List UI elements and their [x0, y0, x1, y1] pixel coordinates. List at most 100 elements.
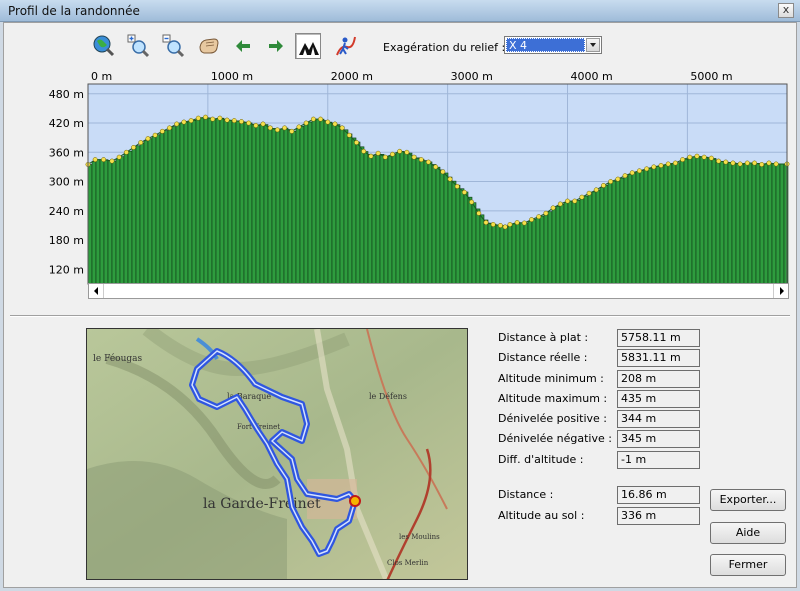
profile-point — [159, 128, 165, 134]
profile-bar — [755, 163, 761, 285]
profile-bar — [623, 175, 629, 285]
profile-bar — [775, 163, 781, 285]
profile-point — [461, 189, 467, 195]
profile-bar — [571, 200, 577, 285]
profile-bar — [747, 162, 753, 285]
profile-bar — [367, 153, 373, 285]
window-close-button[interactable]: x — [778, 3, 794, 18]
profile-bar — [675, 162, 681, 285]
profile-point — [145, 136, 151, 142]
scroll-right-arrow-icon[interactable] — [773, 284, 788, 298]
profile-bar — [763, 163, 769, 285]
profile-bar — [551, 208, 557, 285]
stat-label: Distance à plat : — [498, 331, 589, 344]
profile-bar — [303, 123, 309, 285]
profile-bar — [523, 222, 529, 285]
scroll-left-arrow-icon[interactable] — [89, 284, 104, 298]
profile-bar — [143, 140, 149, 285]
y-tick-label: 240 m — [49, 205, 84, 218]
profile-bar — [271, 128, 277, 285]
profile-bar — [107, 160, 113, 285]
x-tick-label: 5000 m — [690, 70, 732, 83]
cursor-distance-label: Distance : — [498, 488, 554, 501]
profile-bar — [723, 161, 729, 285]
stat-value: 435 m — [617, 390, 700, 408]
profile-bar — [539, 215, 545, 285]
profile-point — [325, 119, 331, 125]
profile-bar — [179, 122, 185, 285]
profile-bar — [619, 177, 625, 285]
profile-bar — [535, 217, 541, 285]
profile-bar — [243, 121, 249, 285]
profile-point — [644, 166, 650, 172]
stat-label: Dénivelée négative : — [498, 432, 612, 445]
profile-point — [521, 220, 527, 226]
profile-bar — [643, 169, 649, 285]
profile-point — [773, 161, 779, 167]
x-axis-ticks: 0 m 1000 m 2000 m 3000 m 4000 m 5000 m — [91, 70, 733, 83]
profile-bar — [435, 166, 441, 285]
profile-horizontal-scrollbar[interactable] — [88, 283, 789, 299]
stat-value: 5758.11 m — [617, 329, 700, 347]
profile-point — [680, 157, 686, 163]
profile-point — [622, 173, 628, 179]
profile-bar — [103, 159, 109, 285]
profile-bar — [663, 164, 669, 285]
profile-bar — [631, 172, 637, 285]
profile-bar — [175, 124, 181, 285]
profile-point — [454, 183, 460, 189]
profile-bar — [583, 195, 589, 285]
profile-bar — [555, 206, 561, 285]
profile-bar — [263, 124, 269, 285]
profile-point — [404, 149, 410, 155]
profile-point — [303, 120, 309, 126]
profile-bar — [499, 225, 505, 285]
profile-bar — [123, 153, 129, 285]
profile-bar — [419, 158, 425, 285]
export-button[interactable]: Exporter... — [710, 489, 786, 511]
profile-bar — [591, 191, 597, 285]
profile-bar — [659, 165, 665, 285]
profile-point — [116, 154, 122, 160]
profile-bar — [183, 121, 189, 285]
profile-bar — [247, 122, 253, 285]
profile-bar — [219, 117, 225, 285]
profile-point — [361, 148, 367, 154]
profile-bar — [719, 160, 725, 285]
y-tick-label: 360 m — [49, 146, 84, 159]
profile-bar — [759, 163, 765, 285]
profile-bar — [683, 158, 689, 285]
profile-point — [101, 157, 107, 163]
profile-point — [318, 116, 324, 122]
profile-bar — [203, 117, 209, 285]
profile-bar — [543, 213, 549, 285]
profile-bar — [391, 154, 397, 285]
profile-point — [354, 140, 359, 145]
profile-bar — [511, 223, 517, 285]
profile-bar — [207, 117, 213, 285]
profile-bar — [607, 182, 613, 285]
profile-bar — [743, 163, 749, 285]
profile-bar — [531, 219, 537, 285]
profile-bar — [547, 211, 553, 285]
profile-bar — [703, 156, 709, 285]
y-axis-ticks: 480 m 420 m 360 m 300 m 240 m 180 m 120 m — [49, 88, 84, 277]
profile-point — [433, 164, 439, 170]
profile-bar — [779, 163, 785, 285]
profile-bar — [507, 225, 513, 285]
profile-bar — [699, 156, 705, 285]
profile-point — [447, 176, 453, 182]
profile-point — [497, 223, 503, 228]
profile-bar — [335, 124, 341, 285]
help-button[interactable]: Aide — [710, 522, 786, 544]
route-map[interactable]: le Féougas la Garde-Freinet le Défens la… — [86, 328, 468, 580]
profile-point — [723, 159, 729, 165]
close-button[interactable]: Fermer — [710, 554, 786, 576]
profile-point — [586, 190, 592, 196]
elevation-profile-chart: 0 m 1000 m 2000 m 3000 m 4000 m 5000 m 480 m4… — [49, 70, 790, 285]
profile-point — [167, 125, 172, 131]
profile-point — [608, 179, 614, 185]
stat-label: Dénivelée positive : — [498, 412, 607, 425]
profile-bar — [163, 130, 169, 285]
profile-point — [490, 222, 496, 227]
